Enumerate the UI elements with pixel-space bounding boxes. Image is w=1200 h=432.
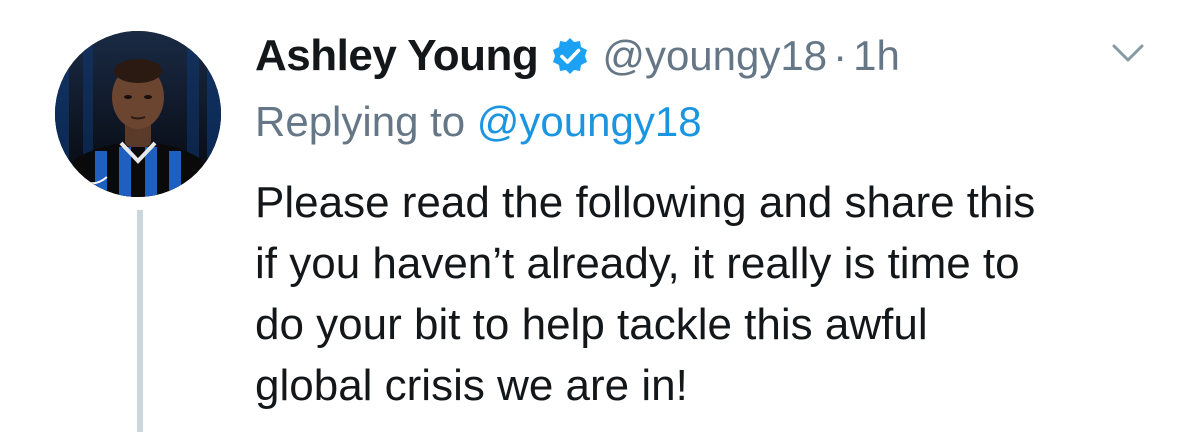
separator-dot: · [833, 32, 848, 79]
display-name[interactable]: Ashley Young [255, 31, 539, 81]
avatar[interactable] [55, 31, 221, 197]
replying-to: Replying to @youngy18 [255, 98, 702, 146]
verified-badge-icon [553, 38, 588, 74]
thread-line [137, 210, 143, 432]
tweet-text: Please read the following and share this… [255, 172, 1155, 416]
tweet-text-line: global crisis we are in! [255, 361, 688, 410]
tweet-text-line: Please read the following and share this [255, 178, 1036, 227]
tweet-text-line: if you haven’t already, it really is tim… [255, 239, 1020, 288]
tweet-text-line: do your bit to help tackle this awful [255, 300, 928, 349]
replying-to-label: Replying to [255, 98, 466, 145]
tweet-header: Ashley Young @youngy18 · 1h [255, 26, 900, 86]
author-handle[interactable]: @youngy18 [602, 32, 827, 80]
replying-to-handle-link[interactable]: @youngy18 [477, 98, 702, 145]
timestamp[interactable]: 1h [853, 32, 900, 80]
tweet-card[interactable]: Ashley Young @youngy18 · 1h Replying to … [0, 0, 1200, 432]
avatar-photo-icon [55, 31, 221, 197]
chevron-down-icon[interactable] [1108, 38, 1148, 66]
